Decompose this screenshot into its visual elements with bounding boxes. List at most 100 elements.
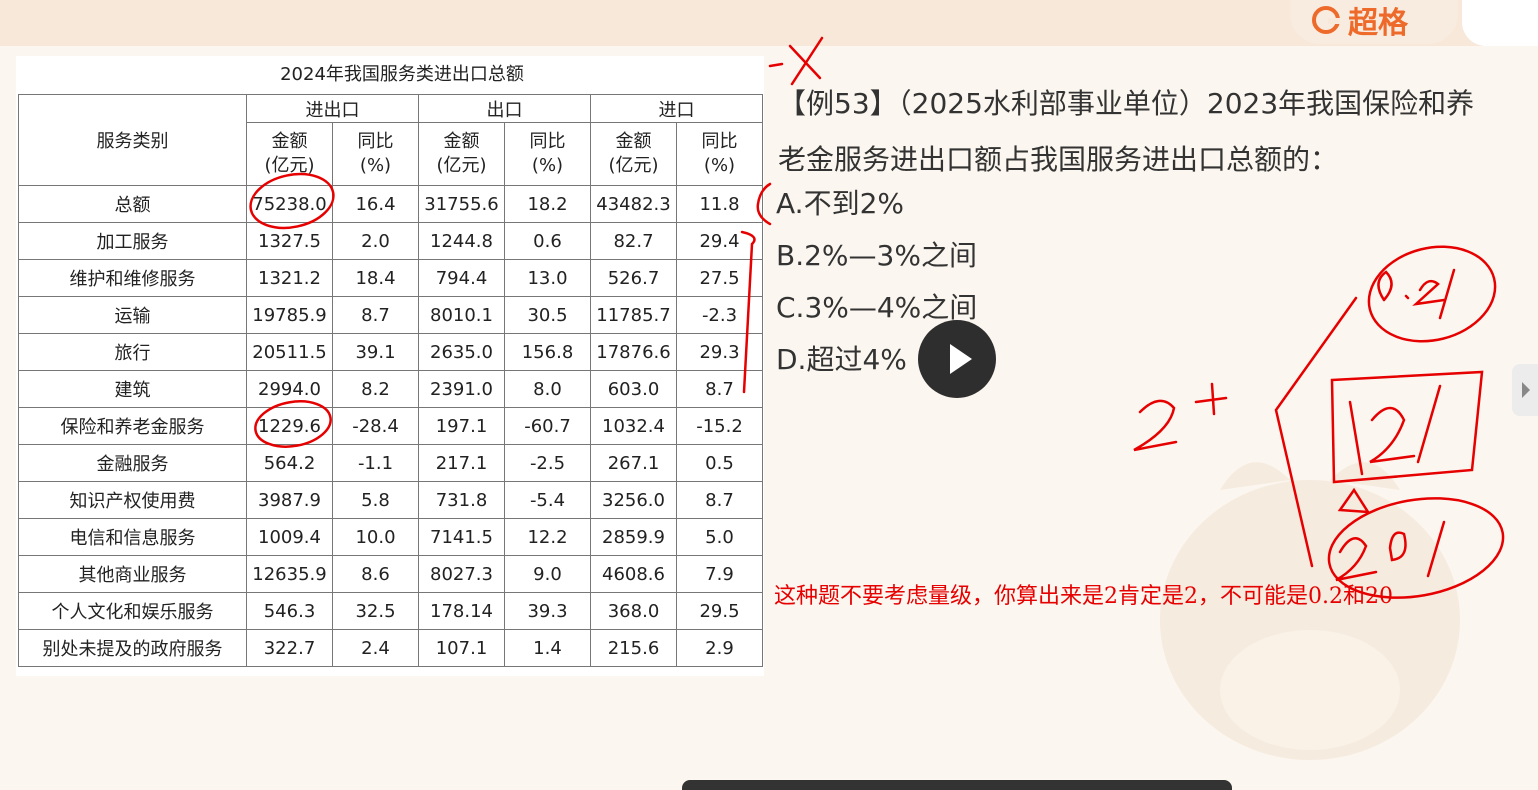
table-row: 其他商业服务 12635.9 8.6 8027.3 9.0 4608.6 7.9 (18, 555, 763, 593)
table-cell: -28.4 (332, 407, 419, 445)
table-row: 知识产权使用费 3987.9 5.8 731.8 -5.4 3256.0 8.7 (18, 481, 763, 519)
row-category: 个人文化和娱乐服务 (18, 592, 247, 630)
table-cell: 0.5 (676, 444, 763, 482)
table-cell: -15.2 (676, 407, 763, 445)
row-category: 运输 (18, 296, 247, 334)
table-row: 总额 75238.0 16.4 31755.6 18.2 43482.3 11.8 (18, 185, 763, 223)
table-cell: 29.3 (676, 333, 763, 371)
table-cell: 18.4 (332, 259, 419, 297)
option-d[interactable]: D.超过4% (776, 338, 907, 378)
row-category: 知识产权使用费 (18, 481, 247, 519)
table-cell: 11.8 (676, 185, 763, 223)
table-cell: 546.3 (246, 592, 333, 630)
table-row: 加工服务 1327.5 2.0 1244.8 0.6 82.7 29.4 (18, 222, 763, 260)
option-b[interactable]: B.2%—3%之间 (776, 234, 977, 274)
table-row: 电信和信息服务 1009.4 10.0 7141.5 12.2 2859.9 5.0 (18, 518, 763, 556)
table-cell: 2859.9 (590, 518, 677, 556)
table-cell: 39.3 (504, 592, 591, 630)
teacher-note: 这种题不要考虑量级，你算出来是2肯定是2，不可能是0.2和20 (774, 584, 1393, 609)
row-category: 维护和维修服务 (18, 259, 247, 297)
table-cell: 20511.5 (246, 333, 333, 371)
player-control-bar[interactable] (682, 780, 1232, 790)
table-cell: 1229.6 (246, 407, 333, 445)
service-trade-table: 服务类别 进出口 出口 进口 金额 (亿元) 同比 (%) 金额 (亿元) 同比 (%… (18, 94, 763, 667)
brand-logo-icon (1312, 6, 1340, 34)
row-category: 金融服务 (18, 444, 247, 482)
group-header-total: 进出口 (246, 94, 419, 123)
table-title: 2024年我国服务类进出口总额 (280, 64, 524, 85)
table-row: 金融服务 564.2 -1.1 217.1 -2.5 267.1 0.5 (18, 444, 763, 482)
table-cell: -2.5 (504, 444, 591, 482)
play-button[interactable] (918, 320, 996, 398)
amount-header: 金额 (亿元) (418, 122, 505, 186)
option-c[interactable]: C.3%—4%之间 (776, 286, 977, 326)
table-cell: 8.0 (504, 370, 591, 408)
table-cell: 13.0 (504, 259, 591, 297)
row-category: 总额 (18, 185, 247, 223)
table-cell: 18.2 (504, 185, 591, 223)
table-cell: 0.6 (504, 222, 591, 260)
table-cell: 107.1 (418, 629, 505, 667)
table-row: 维护和维修服务 1321.2 18.4 794.4 13.0 526.7 27.5 (18, 259, 763, 297)
yoy-header: 同比 (%) (676, 122, 763, 186)
table-cell: 8027.3 (418, 555, 505, 593)
table-cell: 75238.0 (246, 185, 333, 223)
table-cell: 794.4 (418, 259, 505, 297)
table-cell: 8.6 (332, 555, 419, 593)
table-cell: 19785.9 (246, 296, 333, 334)
yoy-header: 同比 (%) (504, 122, 591, 186)
table-cell: 82.7 (590, 222, 677, 260)
table-cell: 1244.8 (418, 222, 505, 260)
row-category: 加工服务 (18, 222, 247, 260)
table-cell: 2635.0 (418, 333, 505, 371)
table-cell: 31755.6 (418, 185, 505, 223)
row-category: 旅行 (18, 333, 247, 371)
table-cell: 3987.9 (246, 481, 333, 519)
brand-logo-text: 超格 (1348, 6, 1408, 41)
table-cell: 16.4 (332, 185, 419, 223)
table-cell: 10.0 (332, 518, 419, 556)
row-category: 电信和信息服务 (18, 518, 247, 556)
table-cell: 8.7 (676, 370, 763, 408)
table-cell: 156.8 (504, 333, 591, 371)
table-cell: 3256.0 (590, 481, 677, 519)
table-row: 个人文化和娱乐服务 546.3 32.5 178.14 39.3 368.0 29.5 (18, 592, 763, 630)
question-text: 【例53】（2025水利部事业单位）2023年我国保险和养老金服务进出口额占我国… (778, 87, 1475, 176)
table-cell: 17876.6 (590, 333, 677, 371)
table-cell: 4608.6 (590, 555, 677, 593)
table-cell: 1009.4 (246, 518, 333, 556)
table-cell: 9.0 (504, 555, 591, 593)
group-header-import: 进口 (590, 94, 763, 123)
table-cell: 2.0 (332, 222, 419, 260)
table-row: 旅行 20511.5 39.1 2635.0 156.8 17876.6 29.3 (18, 333, 763, 371)
table-cell: 30.5 (504, 296, 591, 334)
table-cell: 5.8 (332, 481, 419, 519)
table-cell: 1.4 (504, 629, 591, 667)
table-cell: -1.1 (332, 444, 419, 482)
table-cell: -5.4 (504, 481, 591, 519)
table-cell: 526.7 (590, 259, 677, 297)
table-cell: 8.7 (332, 296, 419, 334)
table-cell: 43482.3 (590, 185, 677, 223)
table-cell: 178.14 (418, 592, 505, 630)
table-cell: 5.0 (676, 518, 763, 556)
top-right-corner (1462, 0, 1538, 46)
table-cell: 8.7 (676, 481, 763, 519)
table-cell: 39.1 (332, 333, 419, 371)
row-category: 保险和养老金服务 (18, 407, 247, 445)
table-row: 别处未提及的政府服务 322.7 2.4 107.1 1.4 215.6 2.9 (18, 629, 763, 667)
table-cell: 603.0 (590, 370, 677, 408)
table-row: 保险和养老金服务 1229.6 -28.4 197.1 -60.7 1032.4 -15.2 (18, 407, 763, 445)
table-cell: 215.6 (590, 629, 677, 667)
table-cell: 8.2 (332, 370, 419, 408)
side-panel-toggle[interactable] (1512, 364, 1538, 416)
table-cell: 217.1 (418, 444, 505, 482)
table-cell: 2.4 (332, 629, 419, 667)
table-cell: 267.1 (590, 444, 677, 482)
amount-header: 金额 (亿元) (590, 122, 677, 186)
table-cell: 27.5 (676, 259, 763, 297)
table-cell: -60.7 (504, 407, 591, 445)
table-cell: 2.9 (676, 629, 763, 667)
brand-logo: 超格 (1312, 0, 1408, 41)
option-a[interactable]: A.不到2% (776, 182, 904, 222)
